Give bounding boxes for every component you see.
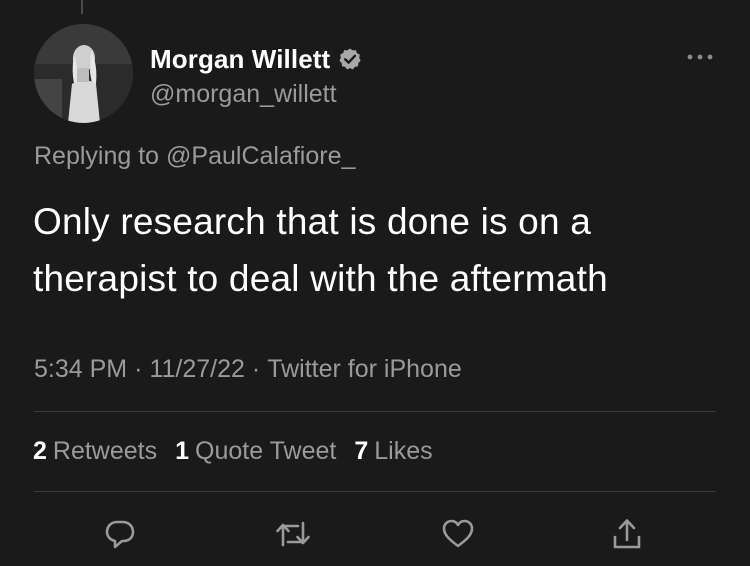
share-icon (613, 519, 641, 549)
quotes-label: Quote Tweet (195, 437, 337, 465)
meta-separator: · (251, 355, 261, 383)
replying-to-line: Replying to @PaulCalafiore_ (34, 142, 355, 171)
like-icon (442, 519, 474, 548)
meta-separator: · (134, 355, 143, 383)
like-button[interactable] (436, 512, 480, 556)
likes-label: Likes (374, 437, 433, 465)
tweet-stats: 2 Retweets 1 Quote Tweet 7 Likes (33, 437, 433, 466)
avatar-photo (34, 24, 133, 123)
retweets-stat[interactable]: 2 Retweets (33, 437, 157, 466)
avatar[interactable] (34, 24, 133, 123)
likes-count: 7 (354, 437, 369, 465)
retweets-label: Retweets (52, 437, 158, 465)
share-button[interactable] (605, 512, 649, 556)
tweet-time[interactable]: 5:34 PM (34, 355, 127, 383)
retweets-count: 2 (33, 437, 47, 465)
author-display-name[interactable]: Morgan Willett (150, 44, 330, 75)
divider-bottom (34, 491, 716, 492)
quotes-count: 1 (175, 437, 190, 465)
quotes-stat[interactable]: 1 Quote Tweet (175, 437, 336, 466)
retweet-button[interactable] (271, 512, 315, 556)
retweet-icon (276, 521, 310, 547)
more-options-icon[interactable] (684, 46, 716, 68)
likes-stat[interactable]: 7 Likes (354, 437, 432, 466)
replying-to-prefix: Replying to (34, 142, 160, 170)
reply-icon (105, 520, 135, 549)
thread-connector-line (81, 0, 83, 14)
action-bar (0, 512, 750, 562)
author-handle[interactable]: @morgan_willett (150, 80, 337, 109)
replying-to-mention[interactable]: @PaulCalafiore_ (166, 142, 355, 170)
divider-top (34, 411, 716, 412)
tweet-source[interactable]: Twitter for iPhone (267, 355, 462, 383)
author-name-row[interactable]: Morgan Willett (150, 42, 362, 76)
verified-badge-icon (338, 47, 362, 71)
tweet-text: Only research that is done is on a thera… (33, 201, 608, 299)
reply-button[interactable] (98, 512, 142, 556)
tweet-meta: 5:34 PM · 11/27/22 · Twitter for iPhone (34, 355, 462, 384)
tweet-date[interactable]: 11/27/22 (149, 355, 244, 383)
